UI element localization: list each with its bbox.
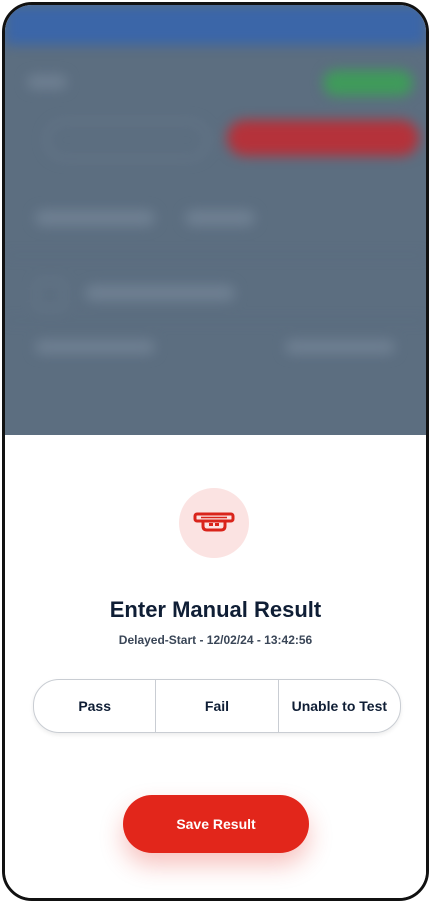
result-segmented-control: Pass Fail Unable to Test	[33, 679, 401, 733]
option-fail[interactable]: Fail	[156, 680, 279, 732]
manual-result-sheet: Enter Manual Result Delayed-Start - 12/0…	[5, 435, 426, 898]
detector-icon-badge	[179, 488, 249, 558]
option-unable-to-test[interactable]: Unable to Test	[279, 680, 400, 732]
blurred-background-app	[5, 5, 426, 435]
phone-frame: Enter Manual Result Delayed-Start - 12/0…	[2, 2, 429, 901]
save-result-button[interactable]: Save Result	[123, 795, 309, 853]
dialog-subtitle: Delayed-Start - 12/02/24 - 13:42:56	[118, 633, 313, 647]
smoke-detector-icon	[193, 512, 235, 532]
dialog-title: Enter Manual Result	[109, 597, 322, 622]
option-pass[interactable]: Pass	[34, 680, 157, 732]
